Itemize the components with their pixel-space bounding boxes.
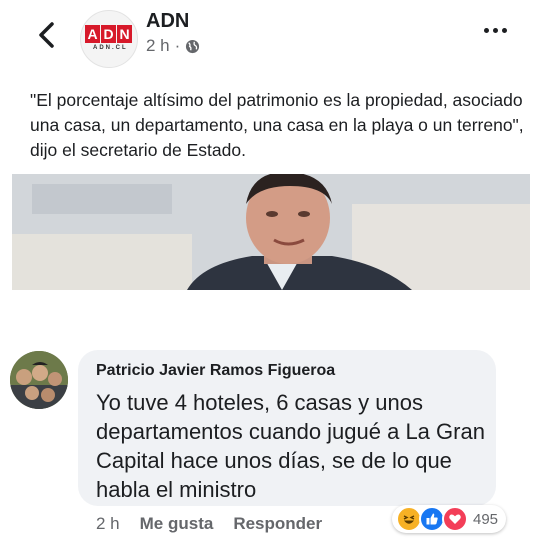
chevron-left-icon <box>39 22 54 48</box>
group-photo-image <box>10 351 68 409</box>
comment-actions: 2 h Me gusta Responder <box>96 514 322 534</box>
dot-icon <box>484 28 489 33</box>
comment-bubble: Patricio Javier Ramos Figueroa Yo tuve 4… <box>78 350 496 506</box>
post-time[interactable]: 2 h <box>146 36 170 56</box>
post-photo[interactable] <box>12 174 530 290</box>
post-header: A D N ADN.CL ADN 2 h · <box>0 0 560 80</box>
commenter-avatar[interactable] <box>10 351 68 409</box>
more-options-button[interactable] <box>484 28 507 33</box>
globe-icon <box>186 39 200 53</box>
dot-icon <box>493 28 498 33</box>
adn-logo: A D N <box>85 25 132 43</box>
reply-button[interactable]: Responder <box>233 514 322 534</box>
man-portrait-image <box>12 174 530 290</box>
logo-subtitle: ADN.CL <box>93 45 128 51</box>
comment-text: Yo tuve 4 hoteles, 6 casas y unos depart… <box>96 390 485 502</box>
comment-author[interactable]: Patricio Javier Ramos Figueroa <box>96 362 335 380</box>
separator-dot: · <box>174 36 181 55</box>
page-name[interactable]: ADN <box>146 10 189 33</box>
reaction-summary[interactable]: 495 <box>392 505 507 533</box>
post-text: "El porcentaje altísimo del patrimonio e… <box>30 90 524 160</box>
dot-icon <box>502 28 507 33</box>
post-meta: 2 h · <box>146 36 200 56</box>
love-icon <box>442 506 468 532</box>
reaction-count: 495 <box>473 510 499 528</box>
comment-time[interactable]: 2 h <box>96 514 120 534</box>
page-avatar[interactable]: A D N ADN.CL <box>80 10 138 68</box>
back-button[interactable] <box>34 20 60 50</box>
like-button[interactable]: Me gusta <box>140 514 214 534</box>
